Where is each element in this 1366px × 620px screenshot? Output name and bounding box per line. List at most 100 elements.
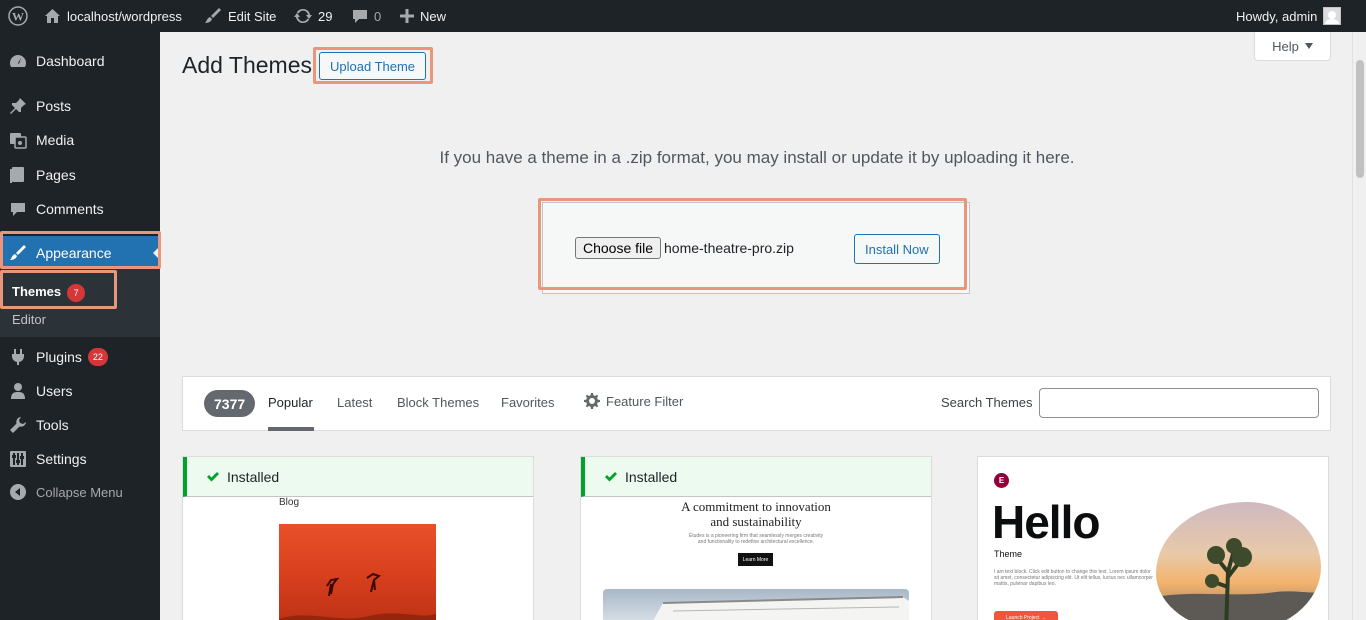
pin-icon [0,97,36,115]
help-label: Help [1272,38,1299,54]
sidebar-item-tools[interactable]: Tools [0,408,160,442]
sidebar-item-posts[interactable]: Posts [0,89,160,123]
sidebar-item-dashboard[interactable]: Dashboard [0,44,160,78]
comments-link[interactable]: 0 [352,0,381,32]
tab-popular[interactable]: Popular [268,395,313,410]
admin-sidebar: Dashboard Posts Media Pages Comments App… [0,32,160,620]
elementor-logo-icon: E [994,473,1009,488]
sidebar-item-settings[interactable]: Settings [0,442,160,476]
submenu-item-themes[interactable]: Themes 7 [12,284,86,302]
updates-count: 29 [318,8,333,24]
site-name-link[interactable]: localhost/wordpress [44,0,182,32]
sidebar-item-label: Appearance [36,245,112,261]
sidebar-item-label: Users [36,383,73,399]
sidebar-item-pages[interactable]: Pages [0,158,160,192]
feature-filter-label: Feature Filter [606,393,684,409]
themes-update-badge: 7 [67,284,86,302]
media-icon [0,131,36,149]
installed-label: Installed [625,468,678,485]
sidebar-item-label: Settings [36,451,87,467]
sidebar-item-label: Comments [36,201,104,217]
sidebar-item-label: Plugins [36,349,82,365]
home-icon [45,9,60,23]
tab-favorites[interactable]: Favorites [501,395,554,410]
submenu-item-editor[interactable]: Editor [12,312,46,327]
sidebar-item-label: Tools [36,417,69,433]
search-themes-label: Search Themes [941,395,1033,410]
submenu-item-label: Themes [12,284,62,299]
tab-block-themes[interactable]: Block Themes [397,395,479,410]
sidebar-item-label: Media [36,132,75,148]
new-label: New [420,8,447,24]
sidebar-item-users[interactable]: Users [0,374,160,408]
sidebar-item-comments[interactable]: Comments [0,192,160,226]
theme-screenshot-image [279,524,436,620]
page-scrollbar[interactable] [1352,32,1366,620]
installed-notice: Installed [581,457,931,497]
wrench-icon [0,416,36,434]
theme-preview-heading: Hello [992,496,1100,548]
theme-preview-heading-line-1: A commitment to innovation [681,499,831,514]
installed-label: Installed [227,468,280,485]
plus-icon [400,9,414,23]
upload-form: Choose file home-theatre-pro.zip Install… [542,202,970,294]
howdy-text: Howdy, admin [1236,8,1318,24]
theme-preview-label: Blog [279,497,300,508]
tab-latest[interactable]: Latest [337,395,372,410]
updates-icon [294,8,312,24]
current-arrow [153,246,160,260]
my-account-link[interactable]: Howdy, admin [1236,0,1342,32]
edit-site-label: Edit Site [228,8,277,24]
svg-text:W: W [12,10,24,24]
sidebar-item-label: Dashboard [36,53,105,69]
checkmark-icon [605,471,617,481]
sidebar-item-plugins[interactable]: Plugins 22 [0,340,160,374]
gear-icon [584,393,600,409]
theme-preview-heading: A commitment to innovation and sustainab… [581,499,931,529]
brush-icon [205,8,221,23]
plugins-update-badge: 22 [87,348,108,366]
theme-preview-button: Learn More [738,553,773,566]
sidebar-item-appearance[interactable]: Appearance [0,236,160,270]
search-themes-input[interactable] [1039,388,1319,418]
comment-icon [353,10,367,23]
upload-theme-button[interactable]: Upload Theme [319,52,427,80]
comment-icon [0,201,36,217]
install-now-button[interactable]: Install Now [854,234,940,264]
collapse-label: Collapse Menu [36,484,123,500]
page-title: Add Themes [182,52,312,78]
dashboard-icon [0,52,36,70]
edit-site-link[interactable]: Edit Site [204,0,276,32]
user-icon [0,382,36,400]
wordpress-logo-icon[interactable]: W [8,0,28,32]
checkmark-icon [207,471,219,481]
installed-notice: Installed [183,457,533,497]
theme-count: 7377 [204,390,256,417]
sliders-icon [0,450,36,468]
theme-preview-button: Launch Project → [994,611,1058,620]
theme-card[interactable]: E Hello Theme I am text block. Click edi… [977,456,1329,620]
theme-preview-text: I am text block. Click edit button to ch… [994,569,1153,587]
brush-icon [0,244,36,262]
new-content-link[interactable]: New [400,0,446,32]
avatar [1323,7,1342,25]
theme-screenshot-image [603,589,909,620]
sidebar-item-media[interactable]: Media [0,123,160,157]
feature-filter-button[interactable]: Feature Filter [584,393,683,409]
site-name: localhost/wordpress [67,8,182,24]
pages-icon [0,166,36,184]
upload-instructions: If you have a theme in a .zip format, yo… [439,148,1075,167]
theme-card[interactable]: Blog Installed [182,456,534,620]
plugin-icon [0,348,36,366]
theme-preview-subtitle: Theme [994,549,1023,559]
theme-preview-heading-line-2: and sustainability [710,514,802,529]
collapse-menu-button[interactable]: Collapse Menu [0,475,160,509]
scrollbar-thumb[interactable] [1356,60,1364,178]
comments-count: 0 [374,8,382,24]
theme-card[interactable]: A commitment to innovation and sustainab… [580,456,932,620]
help-tab-button[interactable]: Help [1254,32,1331,61]
choose-file-button[interactable]: Choose file [575,237,662,259]
admin-bar: W localhost/wordpress Edit Site 29 0 New… [0,0,1366,32]
updates-link[interactable]: 29 [294,0,332,32]
appearance-submenu: Themes 7 Editor [0,267,160,337]
